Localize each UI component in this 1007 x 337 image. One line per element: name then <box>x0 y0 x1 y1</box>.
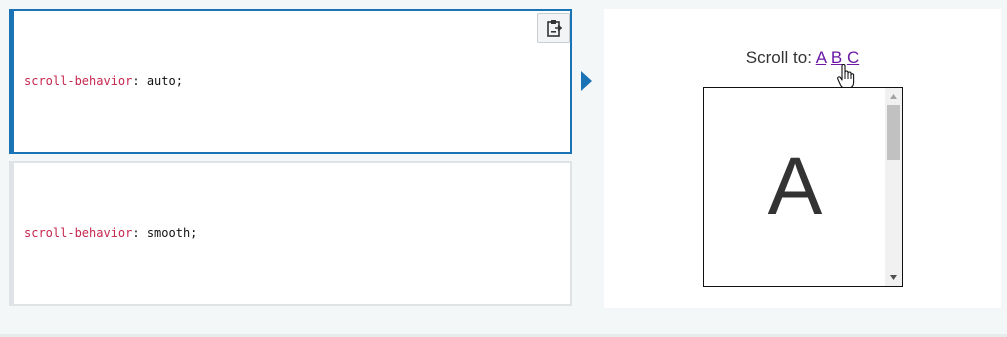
examples-panel: scroll-behavior: auto; scroll-behavior: … <box>9 9 572 306</box>
css-separator: : <box>132 74 147 88</box>
css-property: scroll-behavior <box>24 74 133 88</box>
scroll-to-line: Scroll to: A B C <box>604 48 1001 68</box>
scroll-down-arrow-icon[interactable] <box>885 269 902 286</box>
selected-example-arrow-icon <box>581 71 592 91</box>
code-line: scroll-behavior: smooth; <box>24 226 197 240</box>
scroll-container[interactable]: A <box>703 87 903 287</box>
output-panel: Scroll to: A B C A <box>604 9 1001 308</box>
scroll-to-label: Scroll to: <box>745 48 812 67</box>
vertical-scrollbar[interactable] <box>885 88 902 286</box>
css-value: smooth; <box>146 226 198 240</box>
scroll-section-letter: A <box>767 141 823 232</box>
css-value: auto; <box>146 74 183 88</box>
scrollbar-thumb[interactable] <box>887 105 900 160</box>
code-line: scroll-behavior: auto; <box>24 74 183 88</box>
scroll-up-arrow-icon[interactable] <box>885 88 902 105</box>
clipboard-icon <box>546 20 562 37</box>
example-choice-smooth[interactable]: scroll-behavior: smooth; <box>9 161 572 306</box>
copy-button[interactable] <box>537 13 570 43</box>
css-property: scroll-behavior <box>24 226 133 240</box>
css-separator: : <box>132 226 147 240</box>
example-choice-auto[interactable]: scroll-behavior: auto; <box>9 9 572 154</box>
scroll-link-a[interactable]: A <box>816 48 826 67</box>
